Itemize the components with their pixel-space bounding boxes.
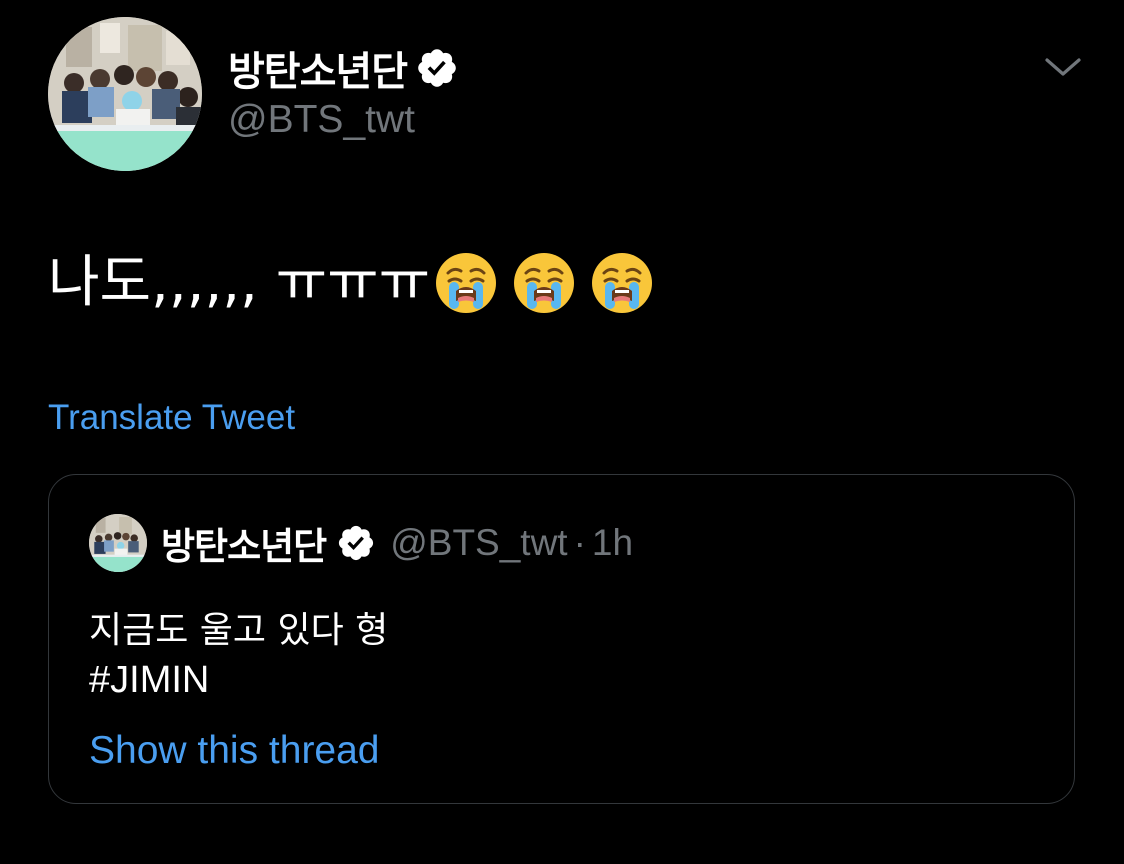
author-name-row[interactable]: 방탄소년단 bbox=[228, 43, 459, 95]
separator-dot: · bbox=[573, 522, 586, 563]
author-handle[interactable]: @BTS_twt bbox=[228, 98, 415, 142]
verified-badge-icon bbox=[339, 525, 374, 561]
show-thread-link[interactable]: Show this thread bbox=[89, 729, 380, 773]
loudly-crying-face-icon bbox=[514, 253, 575, 313]
quoted-timestamp[interactable]: 1h bbox=[592, 522, 633, 564]
loudly-crying-face-icon bbox=[592, 253, 653, 313]
translate-tweet-link[interactable]: Translate Tweet bbox=[48, 398, 295, 438]
author-display-name[interactable]: 방탄소년단 bbox=[228, 39, 408, 97]
chevron-down-icon[interactable] bbox=[1044, 52, 1082, 82]
tweet-body: 나도,,,,,, ㅠㅠㅠ bbox=[48, 248, 654, 318]
profile-avatar[interactable] bbox=[48, 17, 202, 171]
tweet-text: 나도,,,,,, ㅠㅠㅠ bbox=[48, 250, 431, 315]
quoted-avatar[interactable] bbox=[89, 514, 147, 572]
quoted-tweet-card[interactable]: 방탄소년단 @BTS_twt · 1h 지금도 울고 있다 형 #JIMIN S… bbox=[48, 474, 1075, 804]
quoted-handle[interactable]: @BTS_twt bbox=[390, 522, 567, 564]
loudly-crying-face-icon bbox=[436, 253, 497, 313]
quoted-header: 방탄소년단 @BTS_twt · 1h bbox=[161, 516, 633, 570]
quoted-hashtag: #JIMIN bbox=[89, 659, 210, 701]
verified-badge-icon bbox=[418, 49, 456, 87]
quoted-text-line: 지금도 울고 있다 형 bbox=[89, 610, 389, 651]
quoted-display-name[interactable]: 방탄소년단 bbox=[161, 516, 327, 570]
emoji-group bbox=[434, 251, 654, 315]
